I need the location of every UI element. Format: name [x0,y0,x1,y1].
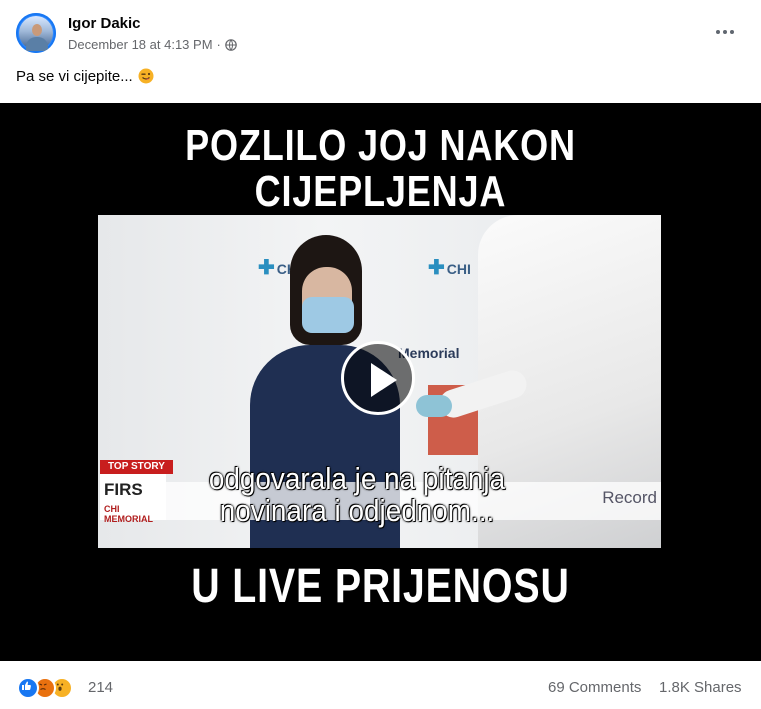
face-mask [302,297,354,333]
video-headline-line-1: POZLILO JOJ NAKON [185,121,576,170]
chi-sign-right: ✚ CHI [428,257,471,279]
globe-icon[interactable] [225,38,237,51]
lower-third-subtitle: CHI MEMORIAL [104,504,153,524]
glove [416,395,452,417]
first-box: FIRS CHI MEMORIAL [100,474,166,524]
reaction-icons[interactable] [17,677,73,699]
play-button[interactable] [341,341,415,415]
post-caption: Pa se vi cijepite... [16,68,154,85]
post-timestamp[interactable]: December 18 at 4:13 PM [68,37,213,52]
avatar-face [32,24,42,36]
shares-link[interactable]: 1.8K Shares [659,679,742,696]
lower-third-title: FIRS [104,480,143,499]
meta-separator: · [216,37,221,52]
video-frame: ✚ CHI ✚ CHI Memorial TOP STORY FIRS CHI ME… [98,215,661,548]
comments-link[interactable]: 69 Comments [548,679,641,696]
post-footer: 214 69 Comments 1.8K Shares [0,661,761,709]
subtitle-line-2: novinara i odjednom... [219,493,495,528]
lower-third-right-text: Record [602,488,657,507]
video-player[interactable]: POZLILO JOJ NAKON CIJEPLJENJA ✚ CHI ✚ CHI … [0,103,761,661]
video-subtitle: odgovarala je na pitanja novinara i odje… [168,463,546,527]
video-headline-line-2: CIJEPLJENJA [254,167,507,216]
play-icon [371,363,397,397]
author-name[interactable]: Igor Dakic [68,15,141,32]
caption-text: Pa se vi cijepite... [16,68,133,85]
avatar-shirt [26,37,48,51]
post-header: Igor Dakic December 18 at 4:13 PM · [0,0,761,60]
post-meta: December 18 at 4:13 PM · [68,37,237,52]
subtitle-line-1: odgovarala je na pitanja [208,461,506,496]
more-options-icon[interactable] [711,22,739,42]
like-reaction-icon [17,677,39,699]
avatar-photo [19,16,53,51]
top-story-label: TOP STORY [100,460,173,474]
wink-tongue-emoji-icon [138,68,154,84]
reaction-count[interactable]: 214 [88,679,113,696]
author-avatar[interactable] [16,13,56,53]
video-headline-bottom: U LIVE PRIJENOSU [191,560,570,613]
